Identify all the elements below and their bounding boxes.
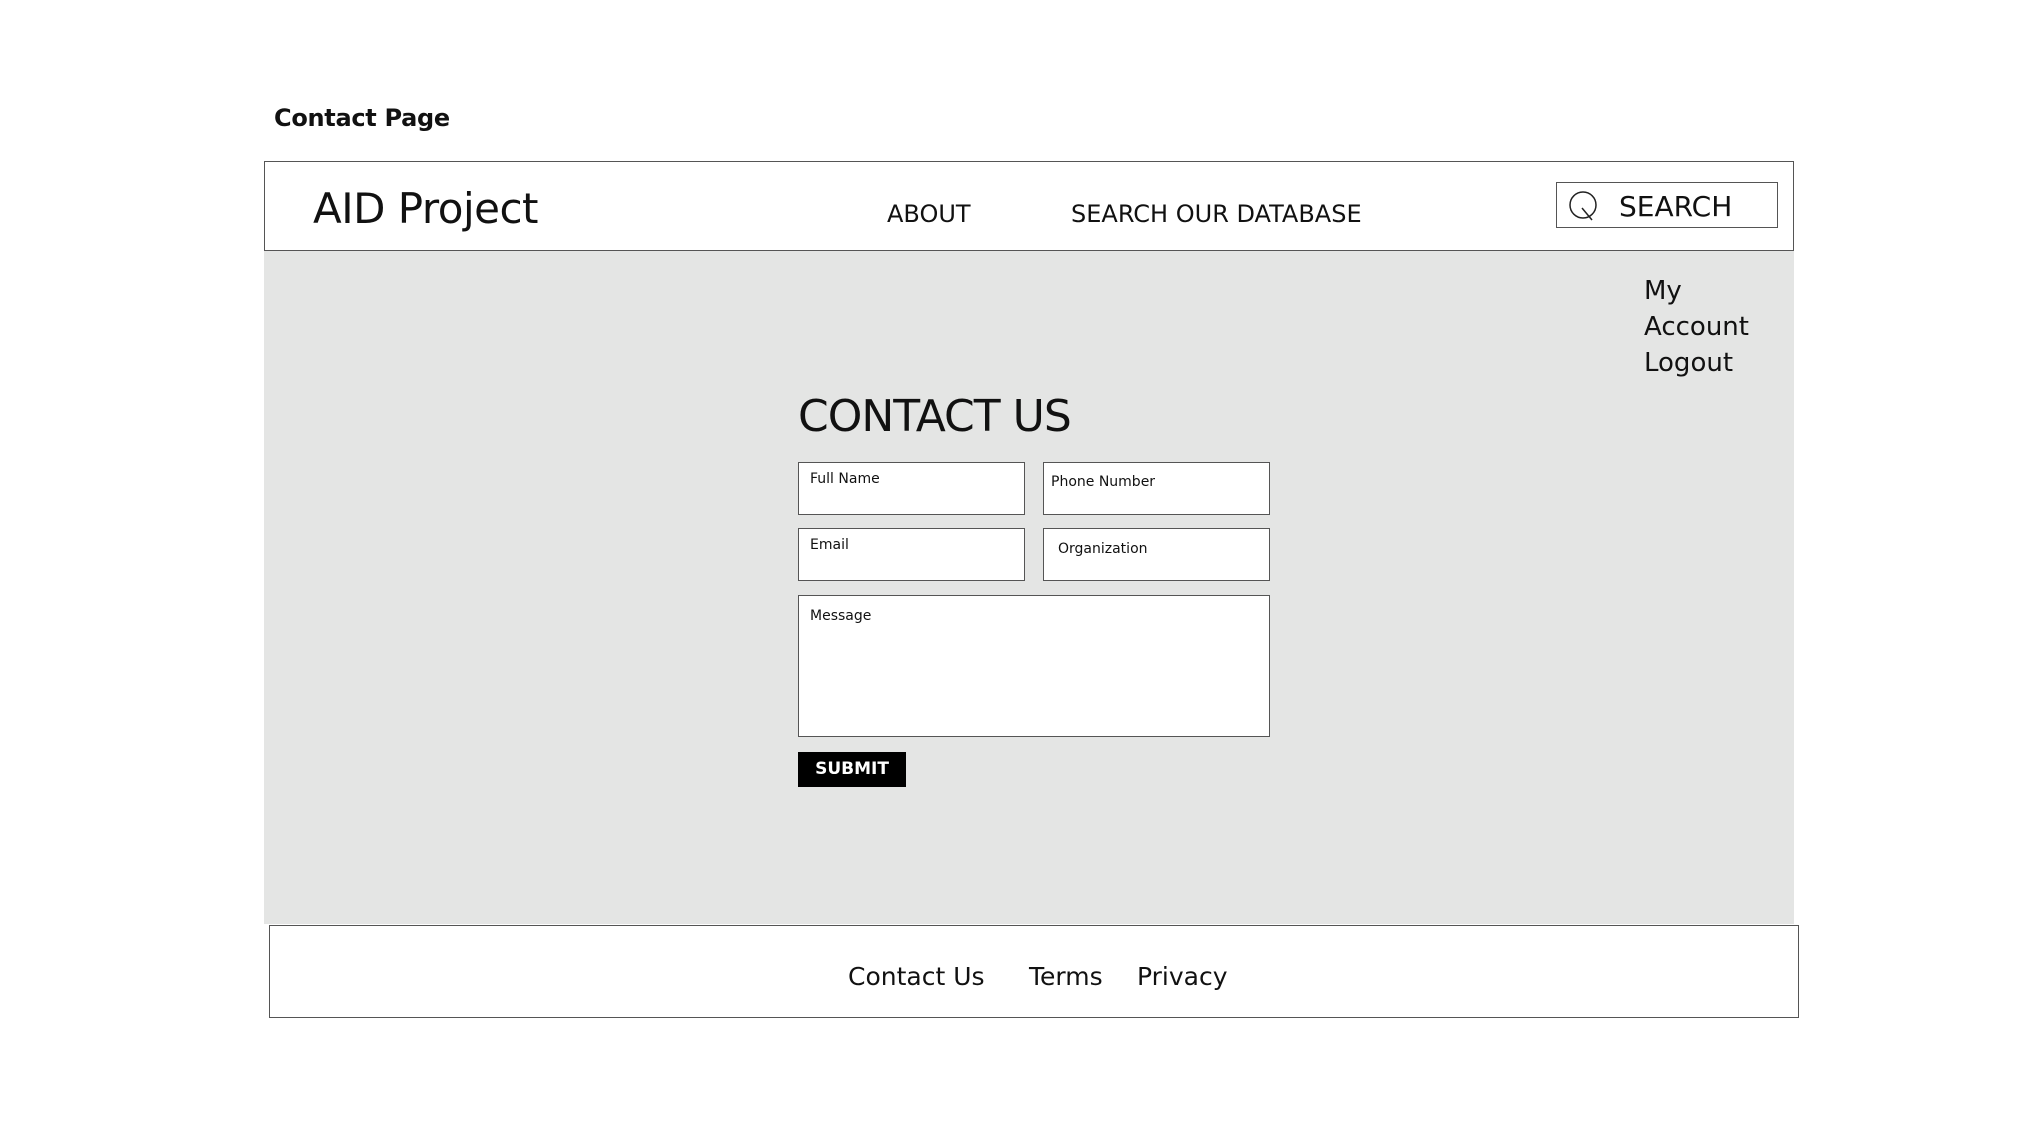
search-button[interactable]: SEARCH [1556,182,1778,228]
main-content: My Account Logout CONTACT US Full Name P… [264,251,1794,924]
nav-about-link[interactable]: ABOUT [887,200,971,228]
email-placeholder: Email [810,537,849,553]
full-name-field[interactable]: Full Name [798,462,1025,515]
phone-number-field[interactable]: Phone Number [1043,462,1270,515]
site-logo-text[interactable]: AID Project [313,184,539,233]
site-header: AID Project ABOUT SEARCH OUR DATABASE SE… [264,161,1794,251]
message-placeholder: Message [810,608,872,624]
search-icon [1569,191,1597,221]
footer-terms-link[interactable]: Terms [1029,962,1103,991]
footer-contact-us-link[interactable]: Contact Us [848,962,985,991]
email-field[interactable]: Email [798,528,1025,581]
nav-search-database-link[interactable]: SEARCH OUR DATABASE [1071,200,1362,228]
organization-placeholder: Organization [1058,541,1148,557]
logout-link[interactable]: Logout [1644,345,1794,381]
search-label: SEARCH [1619,190,1733,223]
wireframe: AID Project ABOUT SEARCH OUR DATABASE SE… [264,161,1799,1018]
account-menu: My Account Logout [1644,273,1794,381]
phone-number-placeholder: Phone Number [1051,474,1156,490]
submit-button[interactable]: SUBMIT [798,752,906,787]
site-footer: Contact Us Terms Privacy [269,925,1799,1018]
full-name-placeholder: Full Name [810,471,880,487]
my-account-link[interactable]: My Account [1644,273,1794,345]
organization-field[interactable]: Organization [1043,528,1270,581]
contact-title: CONTACT US [798,391,1072,442]
page-label: Contact Page [274,104,450,132]
message-field[interactable]: Message [798,595,1270,737]
footer-privacy-link[interactable]: Privacy [1137,962,1228,991]
